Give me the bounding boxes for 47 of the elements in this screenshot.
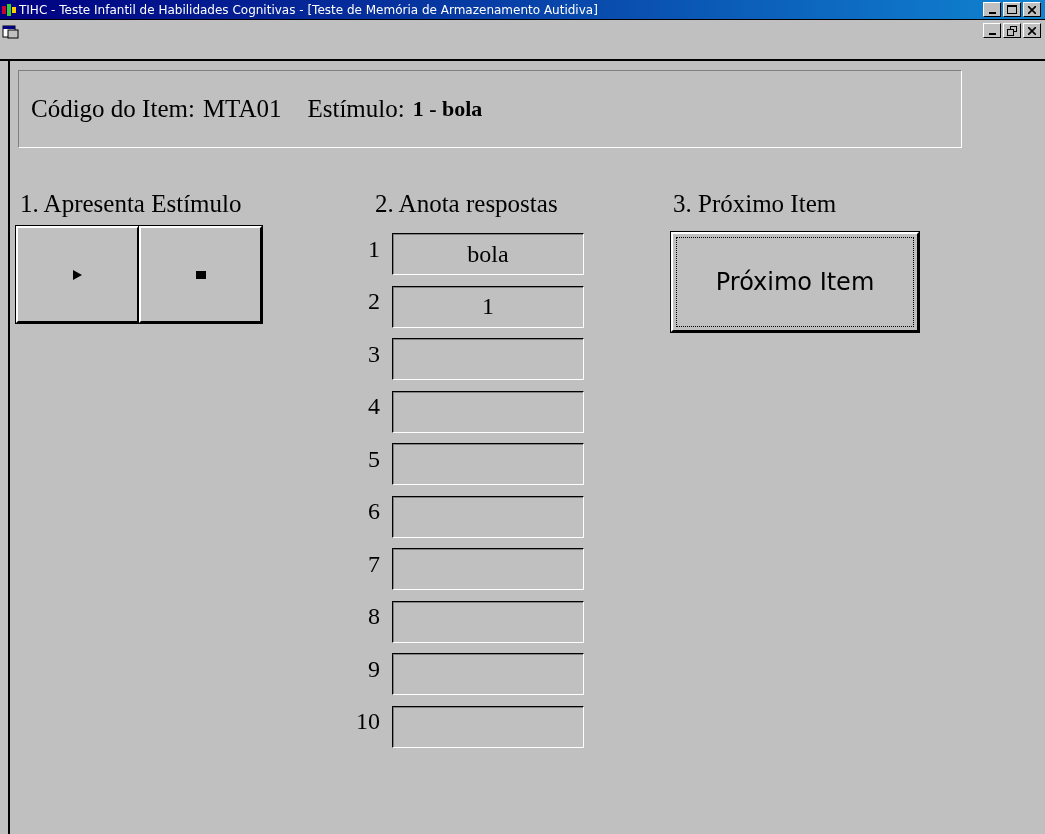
- response-number: 8: [367, 603, 380, 631]
- maximize-icon: [1007, 5, 1017, 14]
- response-field[interactable]: [392, 548, 584, 591]
- app-logo-icon: [2, 3, 16, 16]
- minimize-icon: [988, 32, 996, 35]
- restore-button[interactable]: [1003, 23, 1021, 38]
- stimulus-value: 1 - bola: [412, 96, 483, 122]
- response-field[interactable]: 1: [392, 285, 584, 328]
- response-field[interactable]: [392, 600, 584, 643]
- step-label: 2. Anota respostas: [375, 190, 558, 218]
- document-window-icon[interactable]: [2, 23, 20, 39]
- close-icon: [1028, 26, 1036, 35]
- response-field[interactable]: [392, 653, 584, 696]
- response-number: 2: [367, 288, 380, 316]
- minimize-icon: [988, 11, 996, 14]
- item-code-value: MTA01: [202, 95, 282, 123]
- response-field[interactable]: bola: [392, 233, 584, 276]
- response-number: 6: [367, 498, 380, 526]
- close-icon: [1028, 5, 1036, 14]
- next-item-button[interactable]: Próximo Item: [671, 232, 919, 332]
- play-icon: [73, 269, 82, 280]
- response-field[interactable]: [392, 495, 584, 538]
- step-label: 1. Apresenta Estímulo: [20, 190, 242, 218]
- item-code-label: Código do Item:: [31, 95, 195, 123]
- minimize-button[interactable]: [983, 2, 1001, 17]
- maximize-button[interactable]: [1003, 2, 1021, 17]
- close-button[interactable]: [1023, 23, 1041, 38]
- response-number: 9: [367, 655, 380, 683]
- window-title: TIHC - Teste Infantil de Habilidades Cognitivas - [Teste de Memória de Armazenamento Autidiva]: [19, 2, 599, 17]
- response-field[interactable]: [392, 338, 584, 381]
- response-number: 1: [367, 235, 380, 263]
- restore-icon: [1007, 25, 1017, 36]
- response-field[interactable]: [392, 443, 584, 486]
- response-number: 5: [367, 445, 380, 473]
- response-field[interactable]: [392, 705, 584, 748]
- minimize-button[interactable]: [983, 23, 1001, 38]
- play-button[interactable]: [16, 226, 139, 323]
- response-number: 10: [355, 708, 380, 736]
- step-label: 3. Próximo Item: [673, 190, 837, 218]
- response-field[interactable]: [392, 390, 584, 433]
- stop-button[interactable]: [139, 226, 262, 323]
- stimulus-label: Estímulo:: [307, 95, 405, 123]
- response-number: 7: [367, 550, 380, 578]
- response-number: 4: [367, 393, 380, 421]
- stop-icon: [195, 270, 206, 279]
- response-number: 3: [367, 340, 380, 368]
- close-button[interactable]: [1023, 2, 1041, 17]
